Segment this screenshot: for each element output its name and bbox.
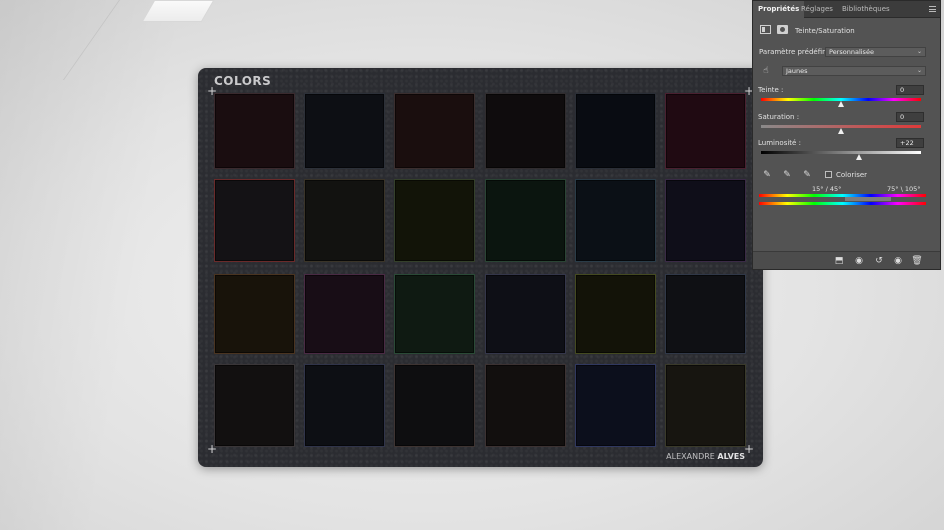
color-swatch	[394, 179, 475, 262]
color-swatch	[394, 93, 475, 169]
panel-bottom-toolbar: ⬒ ◉ ↺ ◉ 🗑	[753, 251, 940, 269]
saturation-value[interactable]: 0	[896, 112, 924, 122]
color-swatch	[394, 364, 475, 447]
targeted-adjustment-hand-icon[interactable]: ☝	[760, 65, 772, 77]
color-swatch	[304, 364, 385, 447]
adjustment-layer-icon	[760, 25, 771, 34]
visibility-eye-icon[interactable]: ◉	[892, 255, 904, 267]
view-previous-state-icon[interactable]: ◉	[853, 255, 865, 267]
source-hue-bar	[759, 194, 926, 197]
delete-trash-icon[interactable]: 🗑	[911, 255, 923, 267]
saturation-slider-thumb[interactable]	[838, 128, 844, 134]
clip-to-layer-icon[interactable]: ⬒	[833, 255, 845, 267]
lightness-value[interactable]: +22	[896, 138, 924, 148]
eyedropper-icon[interactable]: ✎	[761, 169, 773, 181]
color-checker-card: COLORS + + + + ALEXANDRE ALVES	[198, 68, 763, 467]
preset-label: Paramètre prédéfini :	[759, 48, 834, 56]
color-swatch	[665, 93, 746, 169]
saturation-label: Saturation :	[758, 113, 800, 121]
chevron-down-icon: ⌄	[916, 67, 922, 74]
hue-value[interactable]: 0	[896, 85, 924, 95]
hue-label: Teinte :	[758, 86, 784, 94]
color-swatch	[665, 179, 746, 262]
color-swatch	[485, 93, 566, 169]
preset-value: Personnalisée	[829, 48, 874, 56]
color-swatch	[214, 179, 295, 262]
color-swatch	[575, 179, 656, 262]
reset-icon[interactable]: ↺	[873, 255, 885, 267]
color-swatch	[214, 274, 295, 354]
mask-icon[interactable]	[777, 25, 788, 34]
color-swatch	[575, 93, 656, 169]
color-swatch	[304, 93, 385, 169]
color-swatch	[214, 93, 295, 169]
result-hue-bar	[759, 202, 926, 205]
colorize-checkbox[interactable]	[825, 171, 832, 178]
panel-menu-icon[interactable]	[929, 6, 936, 12]
range-left-readout: 15° / 45°	[812, 185, 842, 193]
color-swatch	[214, 364, 295, 447]
color-swatch	[394, 274, 475, 354]
color-swatch	[485, 364, 566, 447]
chevron-down-icon: ⌄	[916, 48, 922, 55]
properties-panel: Propriétés Réglages Bibliothèques Teinte…	[752, 0, 941, 270]
hue-slider-thumb[interactable]	[838, 101, 844, 107]
color-swatch	[304, 179, 385, 262]
color-swatch	[485, 179, 566, 262]
adjustment-title: Teinte/Saturation	[795, 27, 855, 35]
range-right-readout: 75° \ 105°	[887, 185, 921, 193]
preset-select[interactable]: Personnalisée ⌄	[825, 47, 926, 57]
ceiling-light	[141, 0, 215, 22]
lightness-slider[interactable]	[761, 151, 921, 154]
panel-tabbar: Propriétés Réglages Bibliothèques	[753, 1, 940, 18]
brand-first-name: ALEXANDRE	[666, 452, 715, 461]
color-swatch	[304, 274, 385, 354]
lightness-label: Luminosité :	[758, 139, 801, 147]
color-swatch	[665, 274, 746, 354]
channel-value: Jaunes	[786, 67, 808, 75]
eyedropper-subtract-icon[interactable]: ✎	[801, 169, 813, 181]
color-swatch	[575, 364, 656, 447]
range-selector[interactable]	[845, 197, 891, 201]
brand-last-name: ALVES	[717, 452, 745, 461]
lightness-slider-thumb[interactable]	[855, 154, 862, 160]
color-swatch	[485, 274, 566, 354]
tab-reglages[interactable]: Réglages	[796, 1, 838, 18]
tab-bibliotheques[interactable]: Bibliothèques	[837, 1, 895, 18]
colorize-label: Coloriser	[836, 171, 868, 179]
card-title: COLORS	[214, 74, 272, 88]
eyedropper-add-icon[interactable]: ✎	[781, 169, 793, 181]
color-swatch	[575, 274, 656, 354]
color-swatch	[665, 364, 746, 447]
channel-select[interactable]: Jaunes ⌄	[782, 66, 926, 76]
card-brand: ALEXANDRE ALVES	[666, 452, 745, 461]
